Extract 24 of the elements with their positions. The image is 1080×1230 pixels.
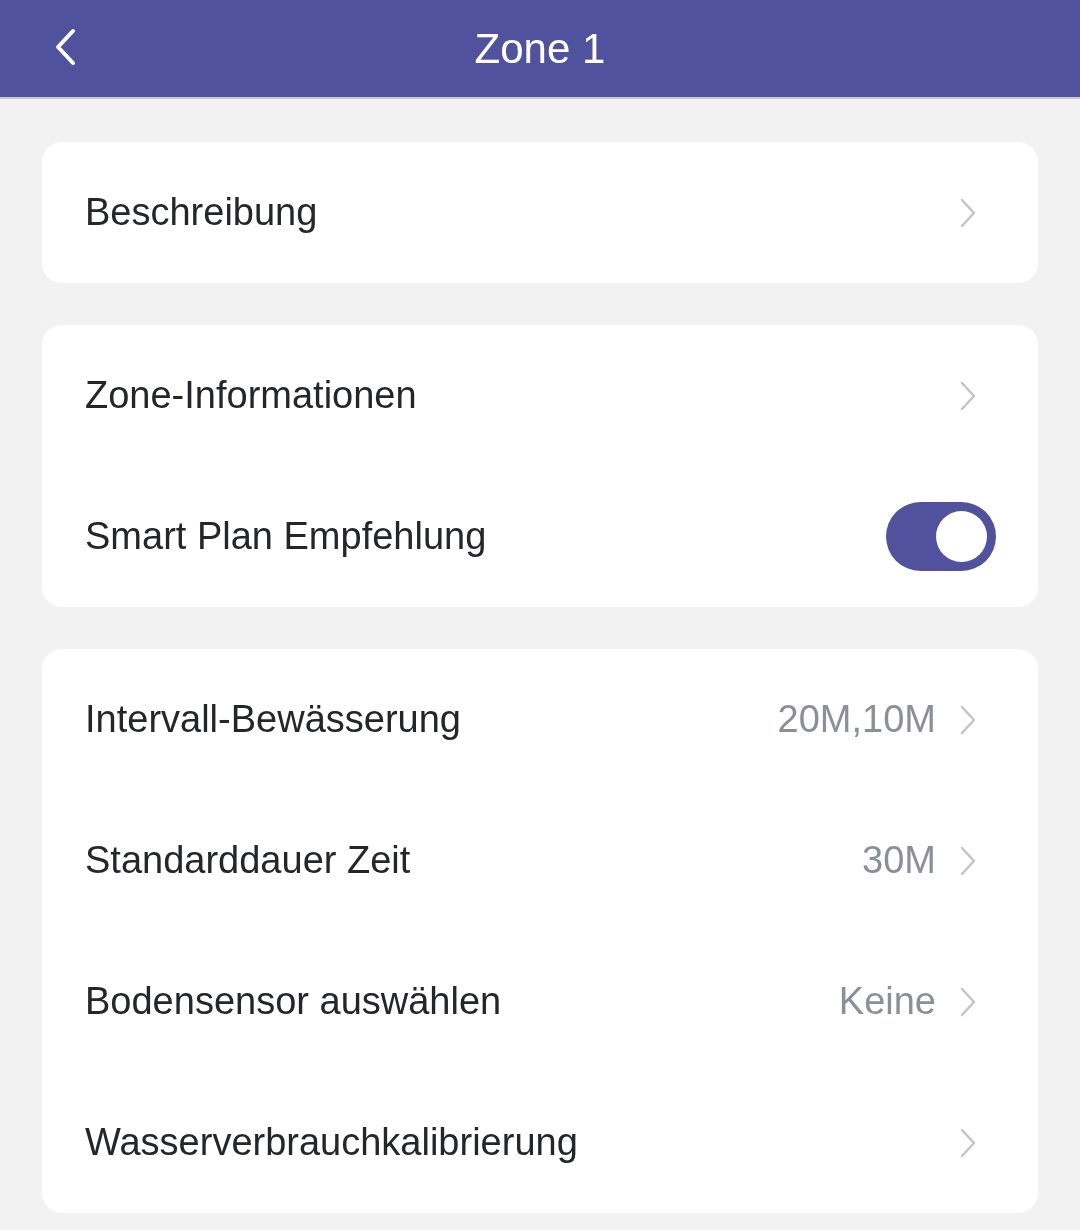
setting-value: 20M,10M (777, 698, 936, 741)
setting-label: Wasserverbrauchkalibrierung (85, 1121, 578, 1164)
chevron-right-icon (960, 1127, 976, 1158)
chevron-right-icon (960, 380, 976, 411)
setting-label: Standarddauer Zeit (85, 839, 411, 882)
chevron-right-icon (960, 986, 976, 1017)
setting-label: Intervall-Bewässerung (85, 698, 461, 741)
setting-label: Zone-Informationen (85, 374, 417, 417)
settings-row[interactable]: Intervall-Bewässerung 20M,10M (42, 649, 1038, 790)
settings-row[interactable]: Zone-Informationen (42, 325, 1038, 466)
chevron-right-icon (960, 197, 976, 228)
back-chevron-icon (53, 28, 77, 66)
settings-row[interactable]: Wasserverbrauchkalibrierung (42, 1072, 1038, 1213)
settings-row[interactable]: Standarddauer Zeit 30M (42, 790, 1038, 931)
chevron-right-icon (960, 704, 976, 735)
chevron-right-icon (960, 845, 976, 876)
setting-value: 30M (862, 839, 936, 882)
setting-label: Smart Plan Empfehlung (85, 515, 487, 558)
setting-value: Keine (838, 980, 936, 1023)
setting-label: Beschreibung (85, 191, 318, 234)
screen-title: Zone 1 (474, 24, 606, 73)
settings-row[interactable]: Bodensensor auswählen Keine (42, 931, 1038, 1072)
settings-row[interactable]: Beschreibung (42, 142, 1038, 283)
setting-label: Bodensensor auswählen (85, 980, 502, 1023)
